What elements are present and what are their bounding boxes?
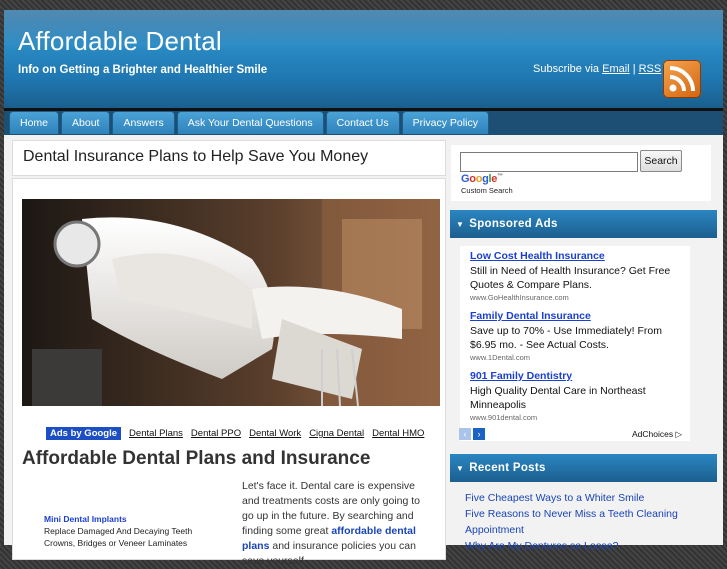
nav-tab-contact[interactable]: Contact Us [325, 111, 400, 134]
nav-tab-answers[interactable]: Answers [112, 111, 175, 134]
ad-link[interactable]: Dental Work [249, 428, 301, 439]
ad-description: Save up to 70% - Use Immediately! From $… [470, 325, 662, 351]
body-text-part2: and insurance policies you can save your… [242, 540, 416, 567]
rss-icon[interactable] [663, 60, 701, 98]
adchoices-icon: ▷ [675, 429, 683, 439]
ad-link[interactable]: Dental HMO [372, 428, 424, 439]
google-logo: Google™ [461, 173, 503, 185]
ad-description: Still in Need of Health Insurance? Get F… [470, 265, 671, 291]
ad-link[interactable]: Dental Plans [129, 428, 183, 439]
ad-url[interactable]: www.1Dental.com [470, 353, 685, 362]
recent-post-link[interactable]: Why Are My Dentures so Loose? [465, 538, 705, 554]
subscribe-prefix: Subscribe via [533, 63, 600, 75]
search-button[interactable]: Search [640, 150, 682, 172]
ad-link[interactable]: Cigna Dental [309, 428, 364, 439]
sponsored-ads-header: ▼ Sponsored Ads [450, 210, 717, 238]
ad-links-row: Ads by Google Dental Plans Dental PPO De… [46, 427, 424, 440]
dental-chair-photo [22, 199, 440, 406]
adchoices-label[interactable]: AdChoices [632, 429, 673, 439]
subscribe-line: Subscribe via Email | RSS [533, 63, 661, 75]
site-header [4, 10, 723, 108]
ad-description: High Quality Dental Care in Northeast Mi… [470, 385, 646, 411]
nav-tab-home[interactable]: Home [9, 111, 60, 134]
post-title[interactable]: Dental Insurance Plans to Help Save You … [23, 148, 368, 166]
nav-tab-ask-questions[interactable]: Ask Your Dental Questions [176, 111, 324, 134]
sponsored-ad[interactable]: Family Dental Insurance Save up to 70% -… [470, 310, 685, 362]
triangle-down-icon: ▼ [456, 464, 465, 473]
recent-posts-header: ▼ Recent Posts [450, 454, 717, 482]
subscribe-separator: | [632, 63, 636, 75]
sponsored-ad[interactable]: Low Cost Health Insurance Still in Need … [470, 250, 685, 302]
recent-posts-title: Recent Posts [469, 462, 546, 474]
post-heading: Affordable Dental Plans and Insurance [22, 448, 371, 469]
mini-ad-line2: Crowns, Bridges or Veneer Laminates [44, 538, 188, 548]
mini-ad-title[interactable]: Mini Dental Implants [44, 513, 224, 525]
recent-posts-list: Five Cheapest Ways to a Whiter Smile Fiv… [465, 490, 705, 554]
nav-tab-privacy[interactable]: Privacy Policy [401, 111, 489, 134]
ad-pager: ‹ › [459, 428, 485, 440]
mini-dental-ad[interactable]: Mini Dental Implants Replace Damaged And… [44, 513, 224, 549]
recent-post-link[interactable]: Five Cheapest Ways to a Whiter Smile [465, 490, 705, 506]
sponsored-ad[interactable]: 901 Family Dentistry High Quality Dental… [470, 370, 685, 422]
subscribe-rss-link[interactable]: RSS [639, 63, 662, 75]
ad-title[interactable]: Low Cost Health Insurance [470, 250, 685, 262]
ads-by-google-label[interactable]: Ads by Google [46, 427, 122, 440]
custom-search-label: Custom Search [461, 186, 513, 195]
chevron-right-icon[interactable]: › [473, 428, 485, 440]
ad-url[interactable]: www.GoHealthInsurance.com [470, 293, 685, 302]
sponsored-ads-title: Sponsored Ads [469, 218, 558, 230]
ad-link[interactable]: Dental PPO [191, 428, 241, 439]
chevron-left-icon[interactable]: ‹ [459, 428, 471, 440]
nav-tab-about[interactable]: About [61, 111, 111, 134]
adchoices-link[interactable]: AdChoices ▷ [632, 429, 682, 440]
ad-title[interactable]: 901 Family Dentistry [470, 370, 685, 382]
ad-title[interactable]: Family Dental Insurance [470, 310, 685, 322]
triangle-down-icon: ▼ [456, 220, 465, 229]
main-nav: Home About Answers Ask Your Dental Quest… [9, 111, 489, 134]
post-body-text: Let's face it. Dental care is expensive … [242, 479, 434, 569]
site-tagline: Info on Getting a Brighter and Healthier… [18, 64, 268, 76]
ad-url[interactable]: www.901dental.com [470, 413, 685, 422]
post-title-box: Dental Insurance Plans to Help Save You … [12, 140, 446, 176]
mini-ad-line1: Replace Damaged And Decaying Teeth [44, 526, 193, 536]
recent-post-link[interactable]: Five Reasons to Never Miss a Teeth Clean… [465, 506, 705, 538]
subscribe-email-link[interactable]: Email [602, 63, 630, 75]
site-title[interactable]: Affordable Dental [18, 26, 222, 57]
search-input[interactable] [460, 152, 638, 172]
